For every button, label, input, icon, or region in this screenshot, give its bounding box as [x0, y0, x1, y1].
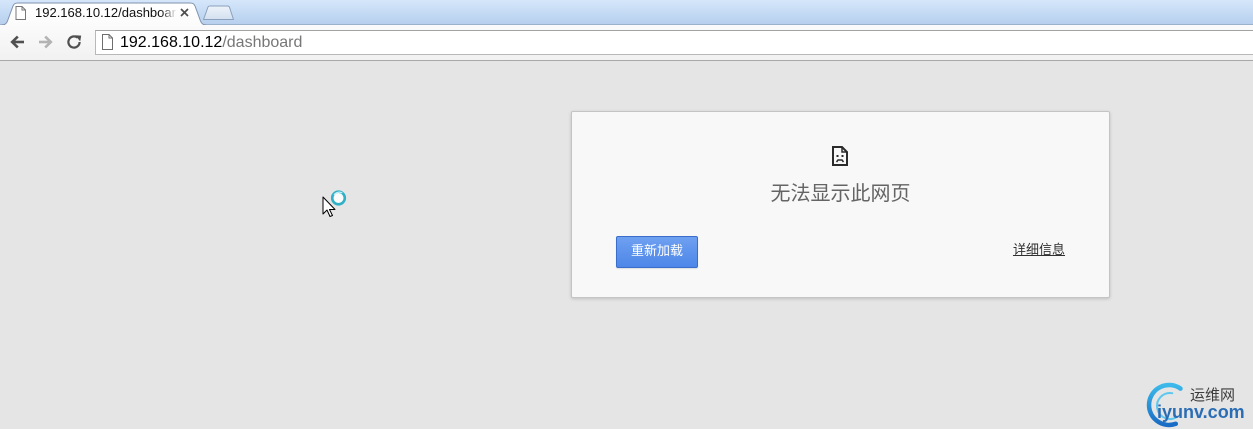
tab-title: 192.168.10.12/dashboard [35, 5, 177, 20]
details-link[interactable]: 详细信息 [1013, 242, 1065, 259]
reload-page-button[interactable]: 重新加载 [616, 236, 698, 268]
watermark-domain: iyunv.com [1157, 402, 1245, 422]
address-bar[interactable]: 192.168.10.12/dashboard [95, 30, 1253, 55]
new-tab-icon [203, 5, 234, 20]
url-host: 192.168.10.12 [120, 34, 223, 51]
sad-page-icon [831, 146, 849, 166]
close-icon[interactable] [180, 8, 189, 17]
forward-button[interactable] [33, 29, 59, 55]
back-arrow-icon [10, 35, 24, 49]
tab-strip: 192.168.10.12/dashboard [0, 0, 1253, 25]
back-button[interactable] [4, 29, 30, 55]
url-text[interactable]: 192.168.10.12/dashboard [120, 31, 302, 54]
reload-icon [67, 35, 82, 49]
page-content: 无法显示此网页 重新加载 详细信息 [0, 61, 1253, 429]
url-path: /dashboard [222, 34, 303, 51]
page-icon [15, 6, 26, 20]
error-message: 无法显示此网页 [770, 181, 911, 205]
error-card: 无法显示此网页 重新加载 详细信息 [571, 111, 1110, 298]
page-icon [101, 34, 113, 50]
reload-button[interactable] [61, 29, 87, 55]
forward-arrow-icon [39, 35, 53, 49]
toolbar: 192.168.10.12/dashboard [0, 24, 1253, 61]
new-tab-button[interactable] [201, 5, 235, 21]
tab-dashboard[interactable]: 192.168.10.12/dashboard [2, 2, 208, 25]
